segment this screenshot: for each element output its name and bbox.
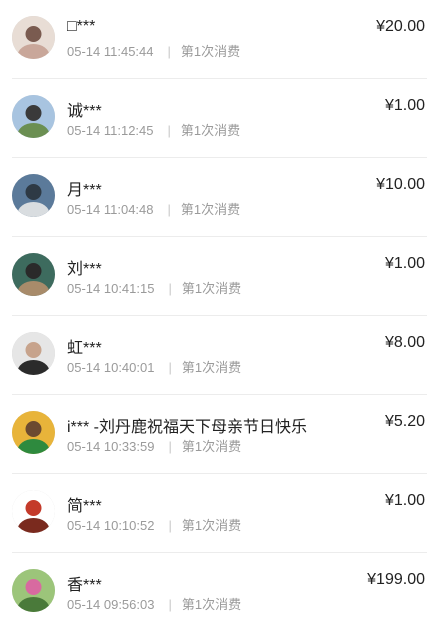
amount-label: ¥20.00 [376,18,425,35]
meta-separator: | [168,597,172,612]
purchase-count: 第1次消费 [181,360,242,375]
record-meta: 05-14 10:41:15 | 第1次消费 [67,278,241,297]
donor-name: 香*** [67,577,102,594]
amount-label: ¥5.20 [384,413,425,430]
purchase-count: 第1次消费 [180,123,241,138]
record-meta: 05-14 11:04:48 | 第1次消费 [67,199,240,218]
list-item[interactable]: 刘*** 05-14 10:41:15 | 第1次消费 ¥1.00 [12,237,427,316]
list-item[interactable]: 月*** 05-14 11:04:48 | 第1次消费 ¥10.00 [12,158,427,237]
record-time: 05-14 11:12:45 [67,123,154,138]
purchase-count: 第1次消费 [181,439,242,454]
user-photo-icon [12,490,55,533]
record-time: 05-14 11:04:48 [67,202,154,217]
record-meta: 05-14 10:40:01 | 第1次消费 [67,357,241,376]
donor-name: □*** [67,18,96,35]
donor-name: 月*** [67,182,102,199]
donor-name: 诚*** [67,103,102,120]
record-time: 05-14 10:41:15 [67,281,155,296]
list-item[interactable]: 诚*** 05-14 11:12:45 | 第1次消费 ¥1.00 [12,79,427,158]
amount-label: ¥199.00 [367,571,425,588]
meta-separator: | [167,202,171,217]
donor-name: 刘*** [67,261,102,278]
user-photo-icon [12,95,55,138]
meta-separator: | [167,123,171,138]
list-item[interactable]: □*** 05-14 11:45:44 | 第1次消费 ¥20.00 [12,0,427,79]
user-photo-icon [12,411,55,454]
purchase-count: 第1次消费 [180,44,241,59]
user-photo-icon [12,569,55,612]
record-meta: 05-14 11:12:45 | 第1次消费 [67,120,240,139]
record-time: 05-14 10:40:01 [67,360,155,375]
meta-separator: | [168,281,172,296]
amount-label: ¥10.00 [376,176,425,193]
user-photo-icon [12,253,55,296]
record-time: 05-14 10:10:52 [67,518,155,533]
amount-label: ¥1.00 [384,492,425,509]
record-time: 05-14 09:56:03 [67,597,155,612]
meta-separator: | [168,360,172,375]
meta-separator: | [168,439,172,454]
purchase-count: 第1次消费 [181,518,242,533]
record-time: 05-14 10:33:59 [67,439,155,454]
list-item[interactable]: i*** -刘丹鹿祝福天下母亲节日快乐 05-14 10:33:59 | 第1次消费 ¥… [12,395,427,474]
record-meta: 05-14 09:56:03 | 第1次消费 [67,594,241,613]
donor-name: 虹*** [67,340,102,357]
purchase-count: 第1次消费 [180,202,241,217]
amount-label: ¥1.00 [384,255,425,272]
record-meta: 05-14 10:10:52 | 第1次消费 [67,515,241,534]
amount-label: ¥8.00 [384,334,425,351]
purchase-count: 第1次消费 [181,597,242,612]
record-meta: 05-14 11:45:44 | 第1次消费 [67,41,240,60]
donor-name: 简*** [67,498,102,515]
record-time: 05-14 11:45:44 [67,44,154,59]
user-photo-icon [12,332,55,375]
amount-label: ¥1.00 [384,97,425,114]
meta-separator: | [168,518,172,533]
list-item[interactable]: 虹*** 05-14 10:40:01 | 第1次消费 ¥8.00 [12,316,427,395]
list-item[interactable]: 简*** 05-14 10:10:52 | 第1次消费 ¥1.00 [12,474,427,553]
list-item[interactable]: 香*** 05-14 09:56:03 | 第1次消费 ¥199.00 [12,553,427,632]
donor-name: i*** -刘丹鹿祝福天下母亲节日快乐 [67,419,308,436]
tree-photo-icon [12,174,55,217]
purchase-count: 第1次消费 [181,281,242,296]
user-photo-icon [12,16,55,59]
meta-separator: | [167,44,171,59]
record-meta: 05-14 10:33:59 | 第1次消费 [67,436,241,455]
donation-record-list: □*** 05-14 11:45:44 | 第1次消费 ¥20.00 诚*** 05-14 … [0,0,439,632]
